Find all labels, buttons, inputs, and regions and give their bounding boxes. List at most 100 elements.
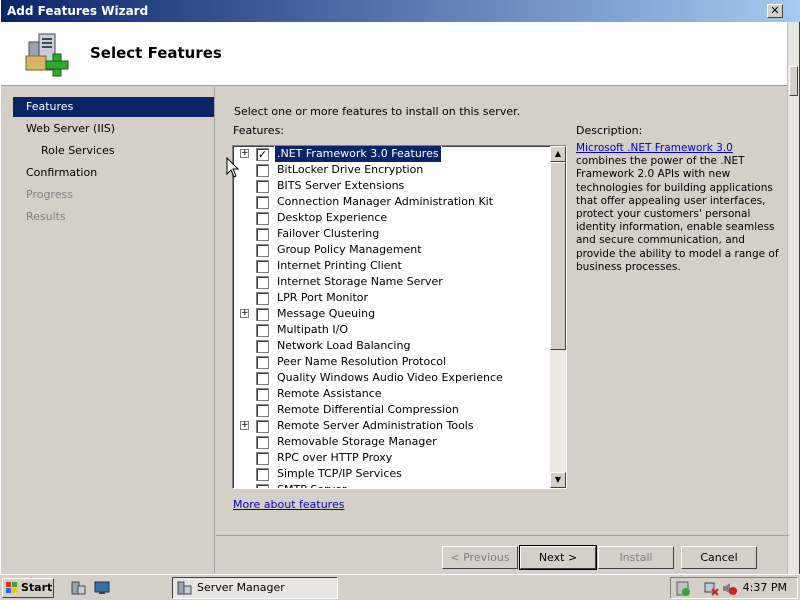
network-disconnected-icon[interactable] [703, 580, 720, 597]
system-tray: 4:37 PM [670, 577, 798, 599]
feature-checkbox[interactable] [256, 276, 269, 289]
windows-flag-icon [6, 582, 17, 593]
expand-icon[interactable]: + [240, 149, 249, 158]
feature-label: Quality Windows Audio Video Experience [277, 371, 503, 384]
feature-checkbox[interactable] [256, 420, 269, 433]
feature-row[interactable]: SMTP Server [233, 482, 551, 488]
description-text: Microsoft .NET Framework 3.0 combines th… [576, 142, 781, 274]
feature-label: SMTP Server [275, 482, 348, 488]
mouse-cursor-icon [226, 157, 240, 178]
feature-checkbox[interactable] [256, 244, 269, 257]
feature-label: Internet Printing Client [277, 259, 402, 272]
feature-row[interactable]: Simple TCP/IP Services [233, 466, 551, 482]
description-link[interactable]: Microsoft .NET Framework 3.0 [576, 142, 733, 154]
content-pane: Select one or more features to install o… [216, 87, 789, 535]
previous-button[interactable]: < Previous [442, 546, 518, 569]
feature-row[interactable]: Desktop Experience [233, 210, 551, 226]
nav-item-features[interactable]: Features [13, 97, 214, 117]
feature-checkbox[interactable] [256, 436, 269, 449]
feature-label: Desktop Experience [277, 211, 388, 224]
nav-item-confirmation[interactable]: Confirmation [13, 163, 214, 183]
features-list[interactable]: SMTP Server Simple TCP/IP Services RPC ove… [232, 145, 567, 489]
feature-row[interactable]: Internet Storage Name Server [233, 274, 551, 290]
feature-checkbox[interactable] [256, 308, 269, 321]
feature-label: Remote Server Administration Tools [277, 419, 474, 432]
server-manager-icon [177, 581, 192, 595]
feature-checkbox[interactable] [256, 356, 269, 369]
taskbar-task-label: Server Manager [197, 581, 285, 594]
show-desktop-icon[interactable] [94, 580, 110, 596]
server-features-icon [25, 33, 69, 77]
feature-checkbox[interactable] [256, 228, 269, 241]
feature-label: Failover Clustering [277, 227, 380, 240]
feature-label: LPR Port Monitor [277, 291, 369, 304]
cancel-button[interactable]: Cancel [681, 546, 757, 569]
expand-icon[interactable]: + [240, 309, 249, 318]
wizard-footer: < Previous Next > Install Cancel [216, 535, 789, 573]
feature-row[interactable]: RPC over HTTP Proxy [233, 450, 551, 466]
feature-checkbox[interactable] [256, 164, 269, 177]
feature-row[interactable]: Removable Storage Manager [233, 434, 551, 450]
feature-label: .NET Framework 3.0 Features [274, 146, 442, 163]
feature-row[interactable]: Peer Name Resolution Protocol [233, 354, 551, 370]
nav-item-web-server[interactable]: Web Server (IIS) [13, 119, 214, 139]
feature-checkbox[interactable] [256, 404, 269, 417]
feature-checkbox[interactable] [256, 196, 269, 209]
expand-icon[interactable]: + [240, 421, 249, 430]
feature-checkbox[interactable] [256, 452, 269, 465]
feature-row[interactable]: Remote Differential Compression [233, 402, 551, 418]
start-label: Start [21, 581, 53, 594]
clock[interactable]: 4:37 PM [743, 578, 787, 598]
window-scrollbar-thumb[interactable] [789, 66, 798, 96]
feature-label: BitLocker Drive Encryption [277, 163, 424, 176]
install-button[interactable]: Install [598, 546, 674, 569]
feature-row[interactable]: Network Load Balancing [233, 338, 551, 354]
volume-muted-icon[interactable] [721, 580, 738, 597]
scroll-up-button[interactable]: ▲ [550, 146, 566, 162]
close-button[interactable]: ✕ [767, 4, 783, 18]
feature-checkbox[interactable] [256, 260, 269, 273]
more-about-features-link[interactable]: More about features [233, 498, 344, 511]
feature-checkbox[interactable] [256, 388, 269, 401]
feature-row[interactable]: + Message Queuing [233, 306, 551, 322]
feature-row[interactable]: Multipath I/O [233, 322, 551, 338]
feature-label: Remote Assistance [277, 387, 382, 400]
feature-label: Multipath I/O [277, 323, 349, 336]
next-button[interactable]: Next > [519, 545, 597, 570]
security-shield-icon[interactable] [675, 580, 692, 597]
taskbar: Start Server Manager 4:37 PM [0, 574, 800, 600]
feature-row[interactable]: Remote Assistance [233, 386, 551, 402]
feature-row[interactable]: BITS Server Extensions [233, 178, 551, 194]
feature-checkbox[interactable] [256, 468, 269, 481]
start-button[interactable]: Start [2, 578, 54, 598]
scroll-down-button[interactable]: ▼ [550, 472, 566, 488]
feature-row[interactable]: + Remote Server Administration Tools [233, 418, 551, 434]
feature-label: Remote Differential Compression [277, 403, 459, 416]
feature-checkbox[interactable] [256, 340, 269, 353]
feature-row[interactable]: Quality Windows Audio Video Experience [233, 370, 551, 386]
description-body: combines the power of the .NET Framework… [576, 155, 779, 273]
close-icon: ✕ [770, 4, 780, 17]
wizard-header: Select Features [1, 22, 789, 86]
feature-row[interactable]: Internet Printing Client [233, 258, 551, 274]
feature-row[interactable]: Failover Clustering [233, 226, 551, 242]
feature-checkbox[interactable] [256, 324, 269, 337]
feature-row[interactable]: Connection Manager Administration Kit [233, 194, 551, 210]
title-bar[interactable]: Add Features Wizard ✕ [1, 0, 800, 22]
taskbar-server-manager[interactable]: Server Manager [172, 577, 338, 599]
feature-checkbox[interactable] [256, 484, 269, 488]
feature-checkbox[interactable] [256, 180, 269, 193]
feature-checkbox[interactable]: ✓ [256, 148, 269, 161]
server-manager-quicklaunch-icon[interactable] [70, 580, 86, 596]
nav-item-role-services[interactable]: Role Services [13, 141, 214, 161]
feature-checkbox[interactable] [256, 372, 269, 385]
feature-checkbox[interactable] [256, 212, 269, 225]
wizard-nav: Features Web Server (IIS) Role Services … [13, 87, 215, 573]
feature-checkbox[interactable] [256, 292, 269, 305]
feature-row[interactable]: LPR Port Monitor [233, 290, 551, 306]
features-scrollbar[interactable]: ▲ ▼ [550, 146, 566, 488]
feature-row[interactable]: BitLocker Drive Encryption [233, 162, 551, 178]
features-scrollbar-thumb[interactable] [550, 162, 566, 350]
feature-row[interactable]: + ✓ .NET Framework 3.0 Features [233, 146, 551, 163]
feature-row[interactable]: Group Policy Management [233, 242, 551, 258]
